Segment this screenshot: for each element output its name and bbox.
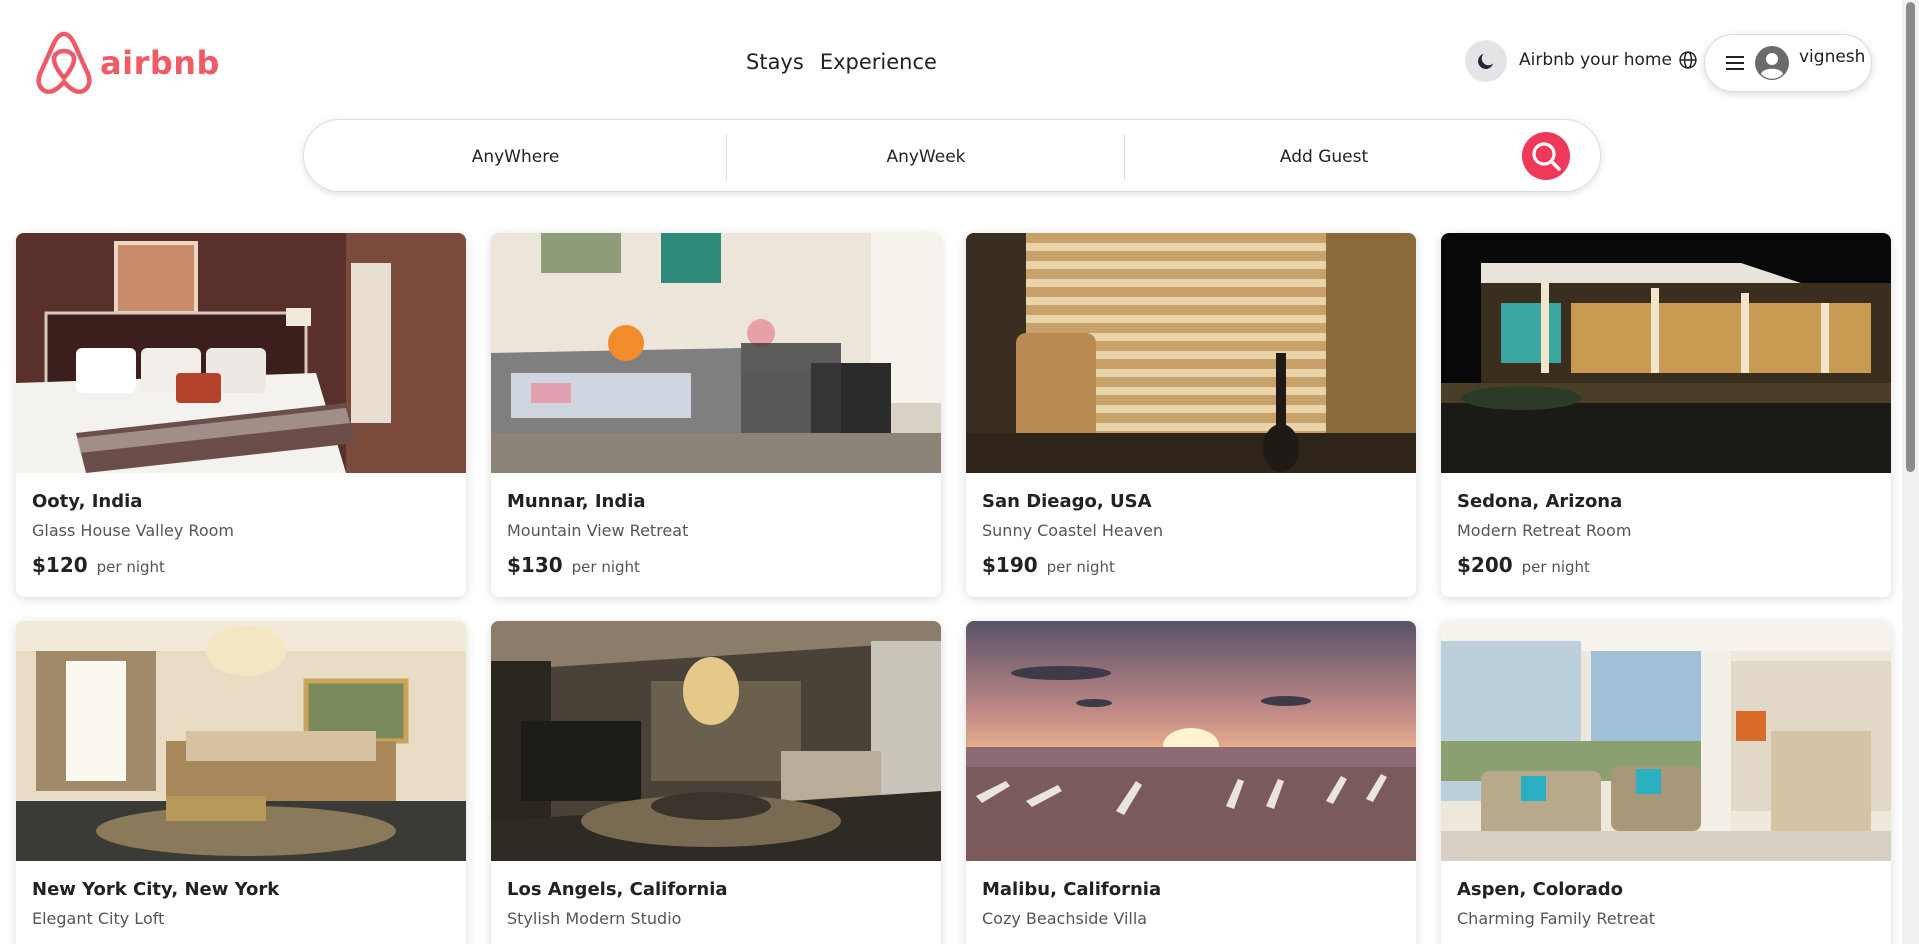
globe-icon bbox=[1679, 51, 1697, 69]
listing-location: Los Angels, California bbox=[507, 879, 728, 900]
listing-title: Sunny Coastel Heaven bbox=[982, 521, 1164, 540]
user-menu-button[interactable]: vignesh bbox=[1704, 34, 1872, 92]
listing-card[interactable]: Sedona, Arizona Modern Retreat Room $200… bbox=[1441, 233, 1891, 597]
brand-name: airbnb bbox=[100, 44, 220, 82]
listing-photo bbox=[16, 621, 466, 861]
listing-price-row: $120 per night bbox=[32, 553, 165, 577]
header: airbnb Stays Experience Airbnb your home bbox=[0, 0, 1902, 120]
listing-title: Modern Retreat Room bbox=[1457, 521, 1632, 540]
airbnb-logo-icon bbox=[36, 31, 92, 95]
listing-card[interactable]: Los Angels, California Stylish Modern St… bbox=[491, 621, 941, 944]
listing-photo bbox=[966, 621, 1416, 861]
page-scrollbar[interactable] bbox=[1902, 0, 1919, 944]
listing-price-unit: per night bbox=[571, 558, 640, 576]
page: airbnb Stays Experience Airbnb your home bbox=[0, 0, 1919, 944]
listing-title: Elegant City Loft bbox=[32, 909, 165, 928]
listing-price-row: $190 per night bbox=[982, 553, 1115, 577]
listing-price: $120 bbox=[32, 553, 88, 577]
listing-title: Mountain View Retreat bbox=[507, 521, 689, 540]
nav-experience[interactable]: Experience bbox=[820, 50, 937, 74]
listing-photo bbox=[491, 621, 941, 861]
listing-card[interactable]: Munnar, India Mountain View Retreat $130… bbox=[491, 233, 941, 597]
main-nav: Stays Experience bbox=[746, 50, 937, 74]
moon-icon bbox=[1478, 53, 1494, 69]
listing-photo bbox=[491, 233, 941, 473]
listing-price-row: $130 per night bbox=[507, 553, 640, 577]
listing-card[interactable]: San Dieago, USA Sunny Coastel Heaven $19… bbox=[966, 233, 1416, 597]
listing-location: Sedona, Arizona bbox=[1457, 491, 1623, 512]
listing-photo bbox=[966, 233, 1416, 473]
airbnb-your-home-link[interactable]: Airbnb your home bbox=[1519, 50, 1698, 70]
nav-stays[interactable]: Stays bbox=[746, 50, 804, 74]
listing-price-row: $200 per night bbox=[1457, 553, 1590, 577]
airbnb-logo[interactable]: airbnb bbox=[34, 30, 220, 96]
listing-price: $200 bbox=[1457, 553, 1513, 577]
listing-photo bbox=[1441, 233, 1891, 473]
listing-title: Charming Family Retreat bbox=[1457, 909, 1656, 928]
user-avatar-icon bbox=[1755, 46, 1789, 80]
listing-title: Glass House Valley Room bbox=[32, 521, 234, 540]
host-label: Airbnb your home bbox=[1519, 50, 1672, 70]
search-where[interactable]: AnyWhere bbox=[304, 120, 727, 193]
search-bar: AnyWhere AnyWeek Add Guest bbox=[303, 119, 1601, 192]
search-icon bbox=[1532, 142, 1561, 171]
theme-toggle-button[interactable] bbox=[1465, 40, 1507, 82]
listing-location: Aspen, Colorado bbox=[1457, 879, 1624, 900]
user-name: vignesh bbox=[1799, 47, 1866, 67]
listing-card[interactable]: Ooty, India Glass House Valley Room $120… bbox=[16, 233, 466, 597]
listing-price-unit: per night bbox=[1046, 558, 1115, 576]
listing-card[interactable]: New York City, New York Elegant City Lof… bbox=[16, 621, 466, 944]
listing-price: $130 bbox=[507, 553, 563, 577]
listing-location: San Dieago, USA bbox=[982, 491, 1152, 512]
menu-icon bbox=[1726, 56, 1744, 70]
scrollbar-thumb[interactable] bbox=[1906, 2, 1915, 472]
listing-card[interactable]: Malibu, California Cozy Beachside Villa bbox=[966, 621, 1416, 944]
listing-location: Munnar, India bbox=[507, 491, 646, 512]
listing-location: Malibu, California bbox=[982, 879, 1162, 900]
listing-photo bbox=[16, 233, 466, 473]
listing-photo bbox=[1441, 621, 1891, 861]
listing-location: Ooty, India bbox=[32, 491, 143, 512]
listing-price-unit: per night bbox=[96, 558, 165, 576]
listing-title: Cozy Beachside Villa bbox=[982, 909, 1148, 928]
listing-title: Stylish Modern Studio bbox=[507, 909, 682, 928]
listing-price-unit: per night bbox=[1521, 558, 1590, 576]
search-week[interactable]: AnyWeek bbox=[727, 120, 1125, 193]
listing-price: $190 bbox=[982, 553, 1038, 577]
search-button[interactable] bbox=[1522, 132, 1570, 180]
search-guest[interactable]: Add Guest bbox=[1125, 120, 1523, 193]
listing-location: New York City, New York bbox=[32, 879, 280, 900]
listing-card[interactable]: Aspen, Colorado Charming Family Retreat bbox=[1441, 621, 1891, 944]
